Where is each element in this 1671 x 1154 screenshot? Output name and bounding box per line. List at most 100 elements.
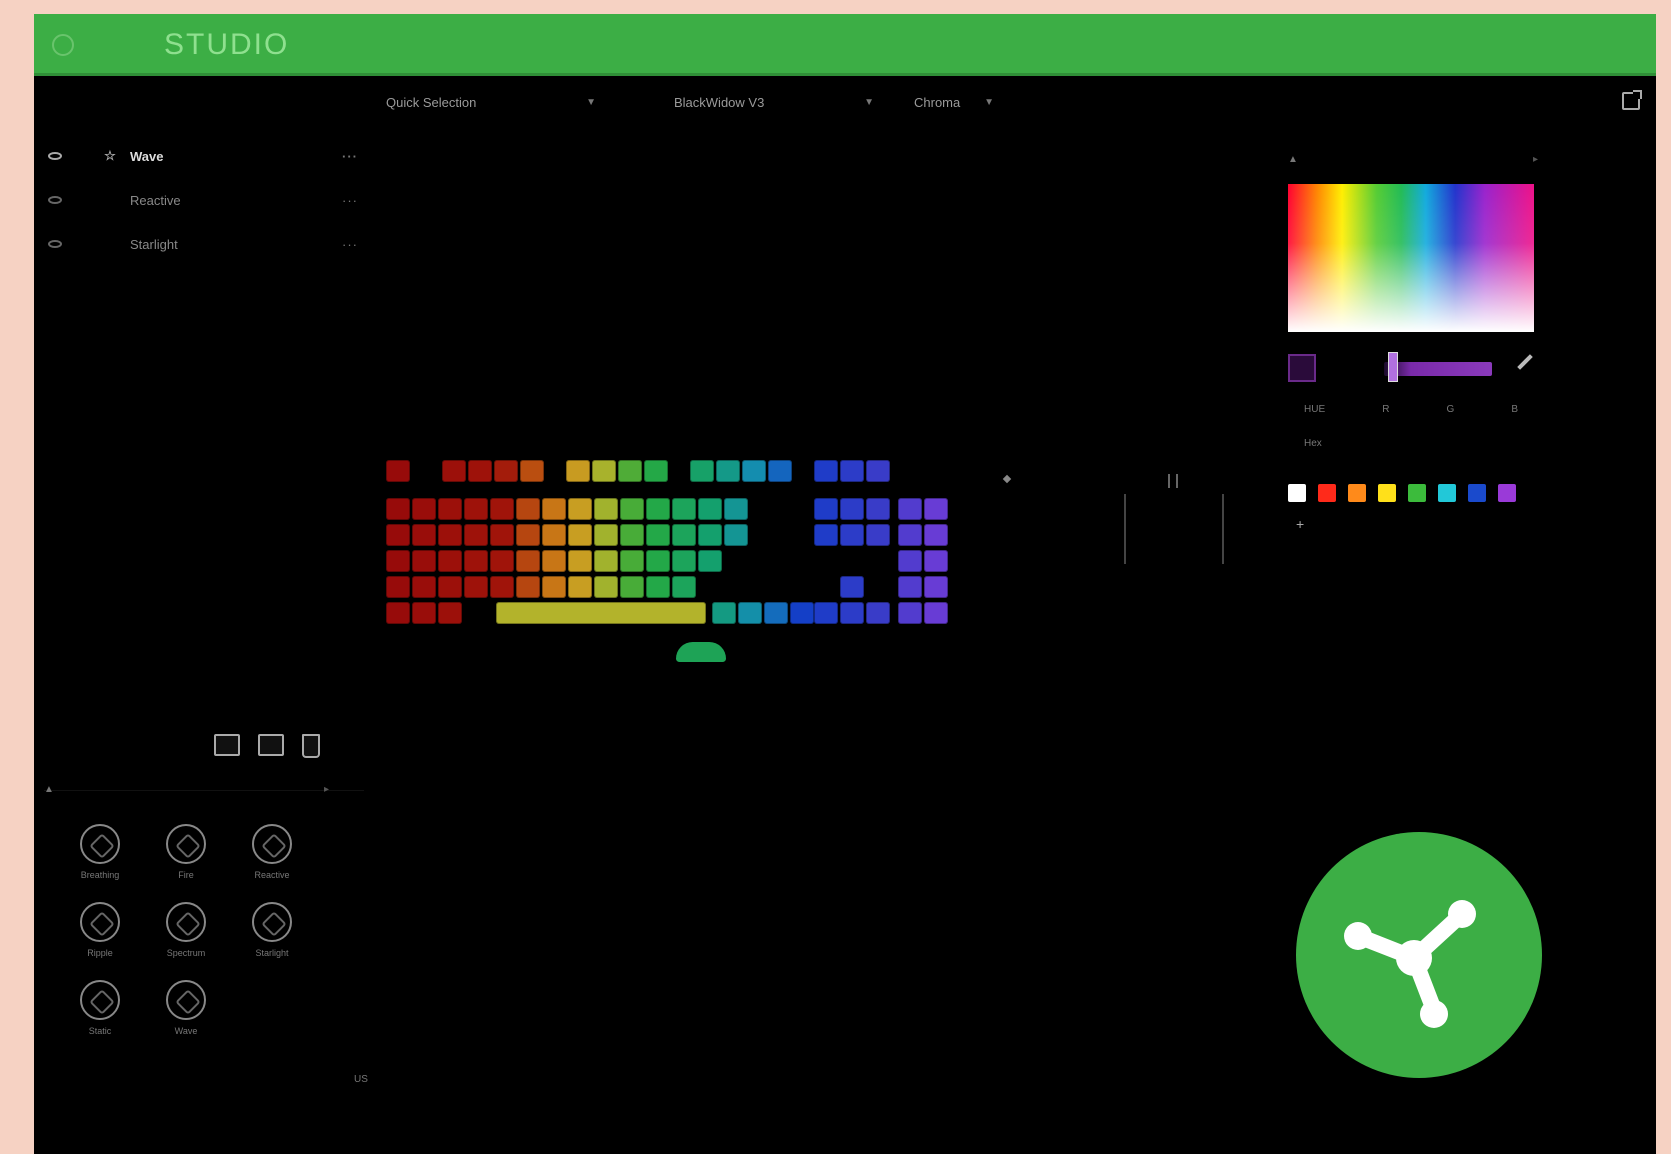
keyboard-key[interactable]: [840, 576, 864, 598]
keyboard-key[interactable]: [742, 460, 766, 482]
keyboard-key[interactable]: [438, 550, 462, 572]
keyboard-key[interactable]: [672, 576, 696, 598]
keyboard-key[interactable]: [620, 524, 644, 546]
layer-row-starlight[interactable]: Starlight ···: [48, 222, 368, 266]
keyboard-key[interactable]: [866, 498, 890, 520]
keyboard-key[interactable]: [814, 602, 838, 624]
keyboard-key[interactable]: [386, 524, 410, 546]
visibility-eye-icon[interactable]: [48, 240, 62, 248]
expand-caret-icon[interactable]: ▸: [324, 784, 329, 795]
effect-static[interactable]: Static: [58, 980, 142, 1036]
keyboard-key[interactable]: [724, 498, 748, 520]
keyboard-key[interactable]: [866, 524, 890, 546]
color-preset-swatch[interactable]: [1348, 484, 1366, 502]
color-preset-swatch[interactable]: [1378, 484, 1396, 502]
keyboard-key[interactable]: [646, 576, 670, 598]
keyboard-key[interactable]: [494, 460, 518, 482]
keyboard-key[interactable]: [464, 576, 488, 598]
keyboard-key[interactable]: [840, 602, 864, 624]
keyboard-key[interactable]: [412, 498, 436, 520]
keyboard-key[interactable]: [698, 498, 722, 520]
mouse-preview[interactable]: [1124, 474, 1224, 564]
trash-icon[interactable]: [302, 734, 320, 758]
keyboard-key[interactable]: [898, 550, 922, 572]
keyboard-key[interactable]: [568, 524, 592, 546]
keyboard-key[interactable]: [712, 602, 736, 624]
keyboard-key[interactable]: [568, 498, 592, 520]
keyboard-key[interactable]: [594, 576, 618, 598]
keyboard-key[interactable]: [542, 576, 566, 598]
color-preset-swatch[interactable]: [1288, 484, 1306, 502]
keyboard-key[interactable]: [412, 550, 436, 572]
keyboard-key[interactable]: [490, 524, 514, 546]
keyboard-key[interactable]: [644, 460, 668, 482]
keyboard-key[interactable]: [866, 602, 890, 624]
keyboard-wrist-rest[interactable]: [676, 642, 726, 662]
keyboard-key[interactable]: [724, 524, 748, 546]
keyboard-key[interactable]: [438, 602, 462, 624]
share-button[interactable]: [1296, 832, 1542, 1078]
keyboard-key[interactable]: [814, 460, 838, 482]
keyboard-key[interactable]: [698, 524, 722, 546]
visibility-eye-icon[interactable]: [48, 152, 62, 160]
keyboard-key[interactable]: [898, 602, 922, 624]
keyboard-key[interactable]: [386, 576, 410, 598]
keyboard-key[interactable]: [412, 602, 436, 624]
color-preset-swatch[interactable]: [1468, 484, 1486, 502]
keyboard-key[interactable]: [468, 460, 492, 482]
effect-spectrum[interactable]: Spectrum: [144, 902, 228, 958]
keyboard-key[interactable]: [840, 460, 864, 482]
visibility-eye-icon[interactable]: [48, 196, 62, 204]
more-options-icon[interactable]: ···: [342, 193, 358, 208]
effect-starlight[interactable]: Starlight: [230, 902, 314, 958]
keyboard-key[interactable]: [542, 498, 566, 520]
keyboard-key[interactable]: [594, 550, 618, 572]
keyboard-key[interactable]: [412, 576, 436, 598]
keyboard-key[interactable]: [516, 498, 540, 520]
device-dropdown[interactable]: BlackWidow V3 ▼: [674, 90, 874, 114]
more-options-icon[interactable]: ···: [342, 149, 358, 164]
keyboard-key[interactable]: [738, 602, 762, 624]
color-preset-swatch[interactable]: [1498, 484, 1516, 502]
keyboard-key[interactable]: [386, 498, 410, 520]
keyboard-key[interactable]: [840, 498, 864, 520]
keyboard-key[interactable]: [464, 524, 488, 546]
keyboard-key[interactable]: [464, 550, 488, 572]
keyboard-key[interactable]: [496, 602, 706, 624]
color-preset-swatch[interactable]: [1408, 484, 1426, 502]
effect-wave[interactable]: Wave: [144, 980, 228, 1036]
keyboard-key[interactable]: [924, 550, 948, 572]
keyboard-key[interactable]: [620, 576, 644, 598]
effect-breathing[interactable]: Breathing: [58, 824, 142, 880]
keyboard-key[interactable]: [814, 498, 838, 520]
color-spectrum[interactable]: [1288, 184, 1534, 332]
color-preset-swatch[interactable]: [1318, 484, 1336, 502]
keyboard-key[interactable]: [568, 576, 592, 598]
keyboard-key[interactable]: [672, 498, 696, 520]
secondary-dropdown[interactable]: Chroma ▼: [914, 90, 994, 114]
keyboard-key[interactable]: [698, 550, 722, 572]
keyboard-key[interactable]: [464, 498, 488, 520]
keyboard-key[interactable]: [442, 460, 466, 482]
keyboard-key[interactable]: [542, 550, 566, 572]
keyboard-key[interactable]: [618, 460, 642, 482]
keyboard-key[interactable]: [898, 498, 922, 520]
effect-fire[interactable]: Fire: [144, 824, 228, 880]
keyboard-key[interactable]: [814, 524, 838, 546]
keyboard-key[interactable]: [386, 460, 410, 482]
keyboard-key[interactable]: [568, 550, 592, 572]
expand-caret-icon[interactable]: ▸: [1533, 154, 1538, 165]
current-color-swatch[interactable]: [1288, 354, 1316, 382]
keyboard-key[interactable]: [768, 460, 792, 482]
keyboard-key[interactable]: [520, 460, 544, 482]
layer-row-reactive[interactable]: Reactive ···: [48, 178, 368, 222]
keyboard-key[interactable]: [924, 602, 948, 624]
color-preset-swatch[interactable]: [1438, 484, 1456, 502]
keyboard-key[interactable]: [840, 524, 864, 546]
brightness-slider-thumb[interactable]: [1388, 352, 1398, 382]
keyboard-key[interactable]: [490, 576, 514, 598]
keyboard-key[interactable]: [672, 524, 696, 546]
more-options-icon[interactable]: ···: [342, 237, 358, 252]
keyboard-key[interactable]: [672, 550, 696, 572]
keyboard-key[interactable]: [716, 460, 740, 482]
